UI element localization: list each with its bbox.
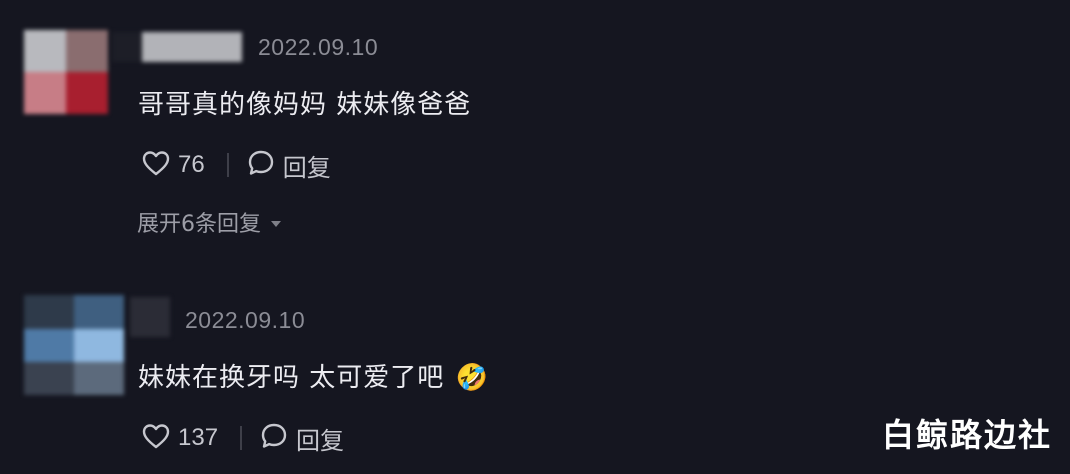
- comment-text: 哥哥真的像妈妈 妹妹像爸爸: [138, 90, 472, 120]
- like-button[interactable]: 76: [142, 150, 205, 180]
- comment-text: 妹妹在换牙吗 太可爱了吧 🤣: [138, 357, 489, 394]
- like-button[interactable]: 137: [142, 423, 218, 453]
- divider: [240, 426, 243, 450]
- comment-actions: 76 回复: [142, 145, 331, 185]
- avatar[interactable]: [24, 295, 124, 395]
- reply-label: 回复: [296, 427, 345, 455]
- expand-replies-label: 展开6条回复: [137, 212, 261, 237]
- comment-actions: 137 回复: [142, 418, 344, 458]
- comment-date: 2022.09.10: [185, 307, 306, 333]
- expand-replies-button[interactable]: 展开6条回复: [137, 206, 283, 238]
- comment-date: 2022.09.10: [258, 34, 379, 60]
- speech-bubble-icon: [247, 149, 275, 181]
- speech-bubble-icon: [260, 422, 288, 454]
- reply-label: 回复: [282, 154, 331, 182]
- heart-icon: [142, 150, 170, 180]
- comment-1: 2022.09.10 哥哥真的像妈妈 妹妹像爸爸 76 回复 展开6条回复: [0, 0, 1070, 260]
- avatar[interactable]: [24, 30, 108, 114]
- heart-icon: [142, 423, 170, 453]
- reply-button[interactable]: 回复: [247, 148, 331, 183]
- like-count: 137: [178, 424, 219, 451]
- username-blurred[interactable]: [130, 297, 170, 337]
- caret-down-icon: [269, 210, 283, 235]
- like-count: 76: [178, 151, 205, 178]
- laughing-crying-emoji: 🤣: [455, 363, 489, 393]
- watermark: 白鲸路边社: [881, 416, 1052, 454]
- divider: [226, 153, 229, 177]
- comment-text-body: 妹妹在换牙吗 太可爱了吧: [138, 363, 445, 393]
- username-blurred[interactable]: [112, 32, 242, 62]
- reply-button[interactable]: 回复: [260, 421, 344, 456]
